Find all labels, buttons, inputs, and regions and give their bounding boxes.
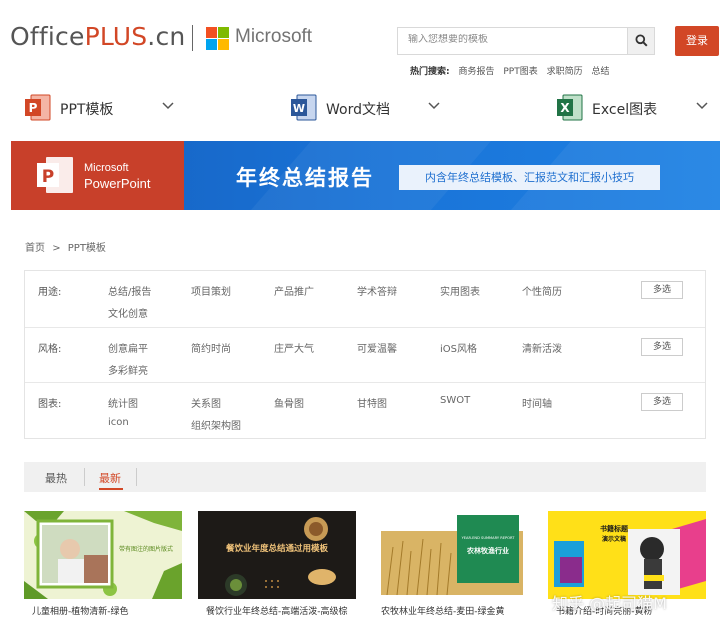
template-title: 餐饮行业年终总结-高端活泼-高级棕 (206, 607, 348, 617)
chevron-down-icon (428, 102, 440, 110)
thumbnail-caption: 带有图注的图片版式 (119, 545, 173, 553)
logo-office-text: Office (10, 22, 85, 51)
word-icon: W (291, 94, 317, 121)
logo-plus-text: PLUS (84, 22, 148, 51)
filter-option[interactable]: 时间轴 (522, 395, 552, 410)
microsoft-logo-icon (206, 27, 229, 50)
search-button[interactable] (627, 28, 654, 54)
filter-option[interactable]: 学术答辩 (357, 283, 397, 298)
filter-row-chart: 图表: 统计图 关系图 鱼骨图 甘特图 SWOT 时间轴 icon 组织架构图 … (25, 383, 705, 439)
product-tab-ppt[interactable]: P PPT模板 (24, 94, 184, 124)
thumbnail-caption: 农林牧渔行业 (466, 546, 509, 555)
hot-search-link[interactable]: 总结 (592, 67, 610, 77)
filter-option[interactable]: SWOT (440, 395, 470, 406)
template-title: 儿童相册-植物清新-绿色 (32, 607, 129, 617)
watermark-text: 知乎 @起司猫M (552, 594, 667, 613)
svg-text:P: P (42, 167, 54, 187)
product-tab-label: PPT模板 (60, 102, 114, 118)
breadcrumb-current: PPT模板 (67, 243, 106, 254)
hot-search-link[interactable]: 商务报告 (458, 67, 494, 77)
banner-subtitle-pill: 内含年终总结模板、汇报范文和汇报小技巧 (399, 165, 660, 190)
product-tab-label: Word文档 (326, 102, 390, 118)
thumbnail-caption: 书籍标题 (600, 524, 629, 533)
filter-label: 用途: (38, 287, 62, 298)
tab-divider (84, 468, 85, 486)
filter-option[interactable]: 可爱温馨 (357, 340, 397, 355)
tab-divider (136, 468, 137, 486)
template-thumbnail: 餐饮业年度总结通过用模板 (198, 511, 356, 599)
banner-brand-line1: Microsoft (84, 162, 129, 174)
search-box (397, 27, 655, 55)
filter-option[interactable]: 简约时尚 (191, 340, 231, 355)
filter-option[interactable]: 甘特图 (357, 395, 387, 410)
filter-option[interactable]: iOS风格 (440, 340, 477, 355)
powerpoint-icon: P (37, 157, 73, 193)
hot-search-link[interactable]: PPT图表 (503, 67, 537, 77)
filter-option[interactable]: 组织架构图 (191, 417, 241, 432)
sort-tabs: 最热 最新 (24, 462, 706, 492)
breadcrumb-home[interactable]: 首页 (25, 243, 45, 254)
filter-option[interactable]: 关系图 (191, 395, 221, 410)
hot-search-link[interactable]: 求职简历 (547, 67, 583, 77)
product-tab-excel[interactable]: X Excel图表 (556, 94, 716, 124)
filter-option[interactable]: icon (108, 417, 129, 428)
hot-search-label: 热门搜索: (410, 67, 450, 77)
template-title: 农牧林业年终总结-麦田-绿金黄 (381, 607, 505, 617)
multi-select-button[interactable]: 多选 (641, 393, 683, 411)
site-header: OfficePLUS.cn Microsoft 登录 热门搜索: 商务报告 PP… (0, 0, 720, 80)
excel-icon: X (557, 94, 583, 121)
microsoft-wordmark: Microsoft (235, 26, 313, 47)
promo-banner[interactable]: P Microsoft PowerPoint 年终总结报告 内含年终总结模板、汇… (11, 141, 720, 210)
login-button[interactable]: 登录 (675, 26, 719, 56)
filter-option[interactable]: 个性简历 (522, 283, 562, 298)
banner-title: 年终总结报告 (236, 166, 374, 190)
svg-text:P: P (29, 101, 38, 115)
breadcrumb: 首页 > PPT模板 (25, 239, 110, 254)
filter-row-style: 风格: 创意扁平 简约时尚 庄严大气 可爱温馨 iOS风格 清新活泼 多彩鲜亮 … (25, 328, 705, 383)
svg-text:W: W (293, 102, 305, 115)
powerpoint-brand-block: P Microsoft PowerPoint (11, 141, 184, 210)
tab-hottest[interactable]: 最热 (45, 470, 67, 486)
powerpoint-icon: P (25, 94, 51, 121)
filter-option[interactable]: 总结/报告 (108, 283, 151, 298)
hot-searches: 热门搜索: 商务报告 PPT图表 求职简历 总结 (410, 64, 616, 77)
logo-cn-text: .cn (147, 22, 186, 51)
filter-label: 风格: (38, 344, 62, 355)
filter-label: 图表: (38, 399, 62, 410)
tab-newest[interactable]: 最新 (99, 470, 121, 486)
filter-option[interactable]: 文化创意 (108, 305, 148, 320)
thumbnail-caption: YEAR-END SUMMARY REPORT (462, 536, 516, 540)
filter-option[interactable]: 实用图表 (440, 283, 480, 298)
breadcrumb-separator: > (52, 243, 61, 254)
svg-text:X: X (560, 101, 570, 115)
filter-option[interactable]: 庄严大气 (274, 340, 314, 355)
template-thumbnail: 带有图注的图片版式 (24, 511, 182, 599)
filter-option[interactable]: 项目策划 (191, 283, 231, 298)
filter-option[interactable]: 鱼骨图 (274, 395, 304, 410)
logo-divider (192, 25, 193, 51)
thumbnail-caption: 演示文稿 (602, 535, 626, 543)
product-tab-word[interactable]: W Word文档 (290, 94, 450, 124)
filter-panel: 用途: 总结/报告 项目策划 产品推广 学术答辩 实用图表 个性简历 文化创意 … (24, 270, 706, 439)
thumbnail-caption: 餐饮业年度总结通过用模板 (225, 543, 329, 554)
filter-option[interactable]: 清新活泼 (522, 340, 562, 355)
filter-row-usage: 用途: 总结/报告 项目策划 产品推广 学术答辩 实用图表 个性简历 文化创意 … (25, 271, 705, 328)
filter-option[interactable]: 多彩鲜亮 (108, 362, 148, 377)
filter-option[interactable]: 产品推广 (274, 283, 314, 298)
chevron-down-icon (162, 102, 174, 110)
template-thumbnail: 书籍标题 演示文稿 (548, 511, 706, 599)
filter-option[interactable]: 统计图 (108, 395, 138, 410)
chevron-down-icon (696, 102, 708, 110)
search-icon (635, 34, 648, 47)
product-tab-label: Excel图表 (592, 102, 658, 118)
filter-option[interactable]: 创意扁平 (108, 340, 148, 355)
template-thumbnail: YEAR-END SUMMARY REPORT 农林牧渔行业 (373, 511, 531, 599)
active-tab-underline (99, 488, 123, 490)
multi-select-button[interactable]: 多选 (641, 338, 683, 356)
search-input[interactable] (408, 34, 618, 45)
officeplus-logo[interactable]: OfficePLUS.cn (10, 22, 185, 51)
banner-brand-line2: PowerPoint (84, 176, 151, 191)
multi-select-button[interactable]: 多选 (641, 281, 683, 299)
